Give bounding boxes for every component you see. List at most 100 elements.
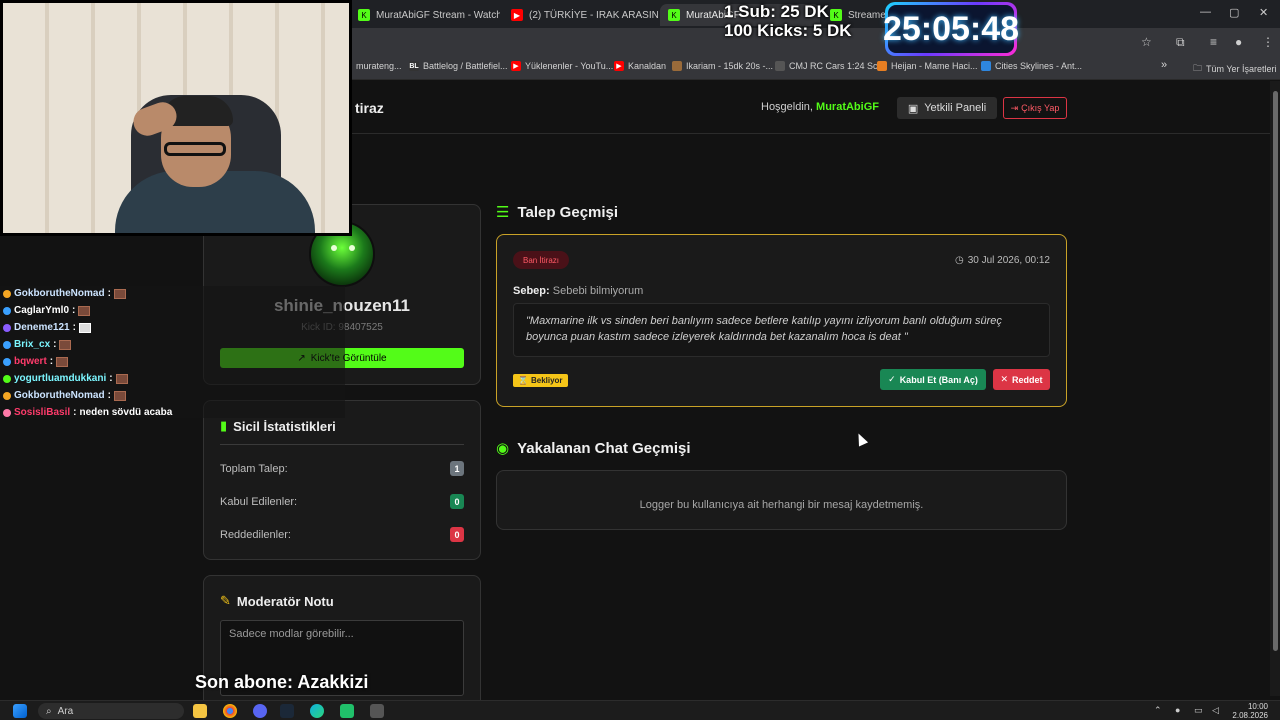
empty-chat-message: Logger bu kullanıcıya ait herhangi bir m… (639, 499, 924, 511)
subathon-timer: 25:05:48 (883, 2, 1019, 56)
battlelog-icon: BL (409, 61, 419, 71)
youtube-icon: ▶ (614, 61, 624, 71)
check-icon: ✓ (888, 374, 896, 384)
page-icon (981, 61, 991, 71)
chat-message: Brix_cx: (3, 339, 72, 350)
request-card: Ban İtirazı ◷ 30 Jul 2026, 00:12 Sebep: … (496, 234, 1067, 407)
all-bookmarks-button[interactable]: 🗀 Tüm Yer İşaretleri (1193, 61, 1277, 77)
page-icon (877, 61, 887, 71)
stats-card: ▮ Sicil İstatistikleri Toplam Talep: 1 K… (203, 400, 481, 560)
reject-button[interactable]: ✕ Reddet (993, 369, 1050, 390)
app-icon[interactable] (340, 704, 354, 718)
bar-chart-icon: ▮ (220, 418, 228, 433)
tray-chevron-icon[interactable]: ⌃ (1154, 705, 1162, 716)
kick-icon: K (358, 9, 370, 21)
chrome-icon[interactable] (223, 704, 237, 718)
window-close-icon[interactable]: ✕ (1259, 6, 1268, 19)
media-icon[interactable]: ≡ (1210, 35, 1217, 49)
notes-title: ✎ Moderatör Notu (220, 593, 334, 609)
tab-title: MuratAbiGF Stream - Watch Li (376, 9, 500, 21)
panel-icon: ▣ (907, 102, 919, 115)
windows-start-icon[interactable] (13, 704, 27, 718)
file-explorer-icon[interactable] (193, 704, 207, 718)
stat-total: Toplam Talep: 1 (220, 461, 464, 476)
maximize-icon[interactable]: ▢ (1229, 6, 1239, 19)
taskbar-search[interactable]: ⌕ Ara (38, 703, 184, 719)
steam-icon[interactable] (280, 704, 294, 718)
stream-chat-overlay: GokborutheNomad: CaglarYml0: Deneme121: … (0, 286, 345, 418)
bookmark-item[interactable]: Heijan - Mame Haci... (877, 61, 978, 71)
welcome-text: Hoşgeldin, MuratAbiGF (761, 101, 879, 113)
chat-message: CaglarYml0: (3, 305, 91, 316)
chat-history-card: Logger bu kullanıcıya ait herhangi bir m… (496, 470, 1067, 530)
chat-message: yogurtluamdukkani: (3, 373, 128, 384)
scrollbar-thumb[interactable] (1273, 91, 1278, 651)
request-history-title: ☰ Talep Geçmişi (496, 203, 619, 222)
request-type-badge: Ban İtirazı (513, 251, 570, 269)
profile-icon[interactable]: ● (1235, 35, 1242, 49)
hourglass-icon: ⌛ (518, 376, 528, 385)
x-icon: ✕ (1000, 374, 1009, 384)
calculator-icon[interactable] (370, 704, 384, 718)
menu-icon[interactable]: ⋮ (1262, 35, 1274, 49)
count-badge: 1 (450, 461, 464, 476)
stat-accepted: Kabul Edilenler: 0 (220, 494, 464, 509)
list-icon: ☰ (496, 204, 510, 221)
bookmark-star-icon[interactable]: ☆ (1141, 35, 1152, 49)
chat-message: bqwert: (3, 356, 69, 367)
mouse-cursor (853, 431, 869, 447)
extensions-icon[interactable]: ⧉ (1176, 35, 1185, 50)
edge-icon[interactable] (310, 704, 324, 718)
ikariam-icon (672, 61, 682, 71)
stats-title: ▮ Sicil İstatistikleri (220, 418, 336, 434)
logged-in-username: MuratAbiGF (816, 101, 879, 113)
bookmark-item[interactable]: murateng... (356, 61, 402, 71)
webcam-overlay (0, 0, 352, 236)
logout-button[interactable]: ⇥ Çıkış Yap (1003, 97, 1067, 119)
network-icon[interactable]: ▭ (1194, 705, 1203, 716)
browser-tab[interactable]: K MuratAbiGF Stream - Watch Li × (350, 4, 500, 26)
last-subscriber: Son abone: Azakkizi (195, 672, 369, 692)
browser-tab[interactable]: ▶ (2) TÜRKİYE - IRAK ARASINDAN × (503, 4, 658, 26)
page-scrollbar[interactable] (1270, 81, 1280, 696)
note-icon: ✎ (220, 593, 231, 608)
bookmark-item[interactable]: ▶ Kanaldan (614, 61, 666, 71)
site-brand[interactable]: tiraz (355, 100, 384, 116)
chat-message: GokborutheNomad: (3, 288, 126, 299)
admin-panel-button[interactable]: ▣ Yetkili Paneli (897, 97, 997, 119)
chat-history-title: ◉ Yakalanan Chat Geçmişi (496, 439, 691, 458)
youtube-icon: ▶ (511, 61, 521, 71)
stat-rejected: Reddedilenler: 0 (220, 527, 464, 542)
bookmark-item[interactable]: Cities Skylines - Ant... (981, 61, 1082, 71)
microphone-icon[interactable]: ● (1175, 705, 1180, 715)
kick-icon: K (668, 9, 680, 21)
moderator-notes-card: ✎ Moderatör Notu Sadece modlar görebilir… (203, 575, 481, 715)
tab-title: (2) TÜRKİYE - IRAK ARASINDAN (529, 9, 658, 21)
taskbar-clock[interactable]: 10:00 2.08.2026 (1232, 702, 1268, 720)
chat-message: GokborutheNomad: (3, 390, 126, 401)
status-badge: ⌛ Bekliyor (513, 374, 568, 387)
chat-message: Deneme121: (3, 322, 91, 333)
volume-icon[interactable]: ◁ (1212, 705, 1219, 716)
request-date: ◷ 30 Jul 2026, 00:12 (954, 255, 1050, 266)
page-icon (775, 61, 785, 71)
bookmark-item[interactable]: BL Battlelog / Battlefiel... (409, 61, 508, 71)
windows-taskbar: ⌕ Ara ⌃ ● ▭ ◁ 10:00 2.08.2026 (0, 700, 1280, 720)
accept-unban-button[interactable]: ✓ Kabul Et (Banı Aç) (880, 369, 986, 390)
count-badge: 0 (450, 494, 464, 509)
request-reason: Sebep: Sebebi bilmiyorum (513, 285, 644, 297)
bookmark-item[interactable]: Ikariam - 15dk 20s -... (672, 61, 773, 71)
folder-icon: 🗀 (1193, 63, 1203, 73)
minimize-icon[interactable]: — (1200, 6, 1211, 18)
bookmark-item[interactable]: CMJ RC Cars 1:24 Sc... (775, 61, 885, 71)
subathon-rates: 1 Sub: 25 DK 100 Kicks: 5 DK (724, 2, 852, 40)
youtube-icon: ▶ (511, 9, 523, 21)
chat-bubble-icon: ◉ (496, 440, 510, 457)
more-bookmarks-button[interactable]: » (1161, 59, 1167, 71)
chat-message: SosisliBasil: neden sövdü acaba (3, 407, 172, 418)
request-message: "Maxmarine ilk vs sinden beri banlıyım s… (513, 303, 1050, 357)
search-icon: ⌕ (46, 705, 52, 717)
bookmark-item[interactable]: ▶ Yüklenenler - YouTu... (511, 61, 613, 71)
discord-icon[interactable] (253, 704, 267, 718)
logout-icon: ⇥ (1010, 102, 1019, 113)
